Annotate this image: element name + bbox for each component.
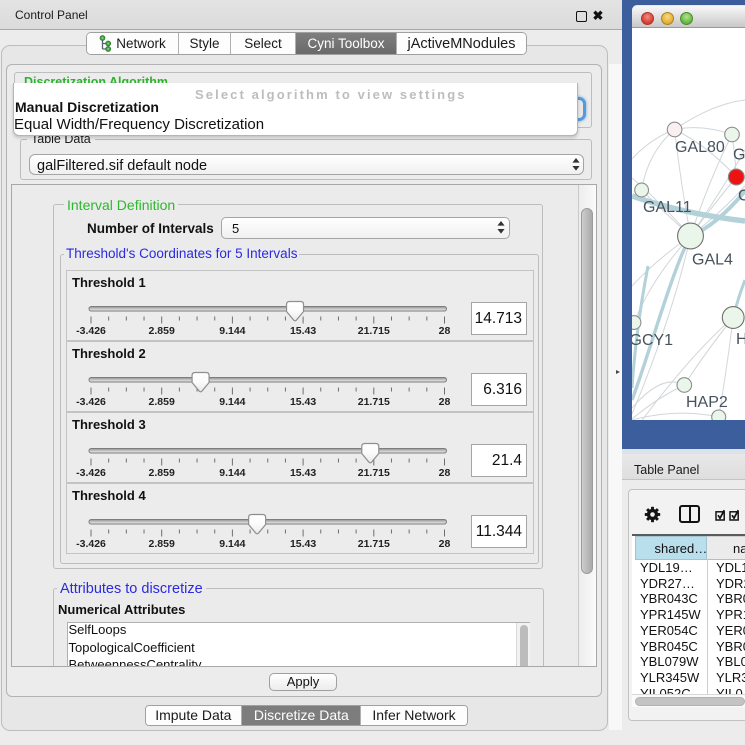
svg-text:2.859: 2.859 xyxy=(149,325,175,337)
svg-text:-3.426: -3.426 xyxy=(76,467,106,479)
svg-text:21.715: 21.715 xyxy=(358,538,390,550)
svg-text:21.715: 21.715 xyxy=(358,467,390,479)
svg-text:-3.426: -3.426 xyxy=(76,396,106,408)
svg-text:28: 28 xyxy=(439,396,451,408)
svg-text:C: C xyxy=(738,188,745,205)
svg-text:15.43: 15.43 xyxy=(290,467,316,479)
svg-text:15.43: 15.43 xyxy=(290,325,316,337)
svg-text:2.859: 2.859 xyxy=(149,396,175,408)
svg-text:9.144: 9.144 xyxy=(219,467,245,479)
svg-text:GAL80: GAL80 xyxy=(675,139,725,156)
svg-text:GAL11: GAL11 xyxy=(643,199,692,216)
svg-text:9.144: 9.144 xyxy=(219,538,245,550)
svg-text:GA: GA xyxy=(733,147,745,164)
svg-text:15.43: 15.43 xyxy=(290,396,316,408)
svg-text:GCY1: GCY1 xyxy=(632,332,673,349)
svg-text:9.144: 9.144 xyxy=(219,325,245,337)
svg-text:-3.426: -3.426 xyxy=(76,538,106,550)
svg-text:HAP2: HAP2 xyxy=(686,394,728,411)
svg-text:2.859: 2.859 xyxy=(149,538,175,550)
svg-text:H: H xyxy=(736,331,745,348)
svg-text:21.715: 21.715 xyxy=(358,325,390,337)
svg-text:21.715: 21.715 xyxy=(358,396,390,408)
svg-text:-3.426: -3.426 xyxy=(76,325,106,337)
svg-text:2.859: 2.859 xyxy=(149,467,175,479)
svg-text:28: 28 xyxy=(439,538,451,550)
svg-text:28: 28 xyxy=(439,467,451,479)
svg-text:9.144: 9.144 xyxy=(219,396,245,408)
svg-text:28: 28 xyxy=(439,325,451,337)
svg-text:15.43: 15.43 xyxy=(290,538,316,550)
svg-text:GAL4: GAL4 xyxy=(692,252,733,269)
